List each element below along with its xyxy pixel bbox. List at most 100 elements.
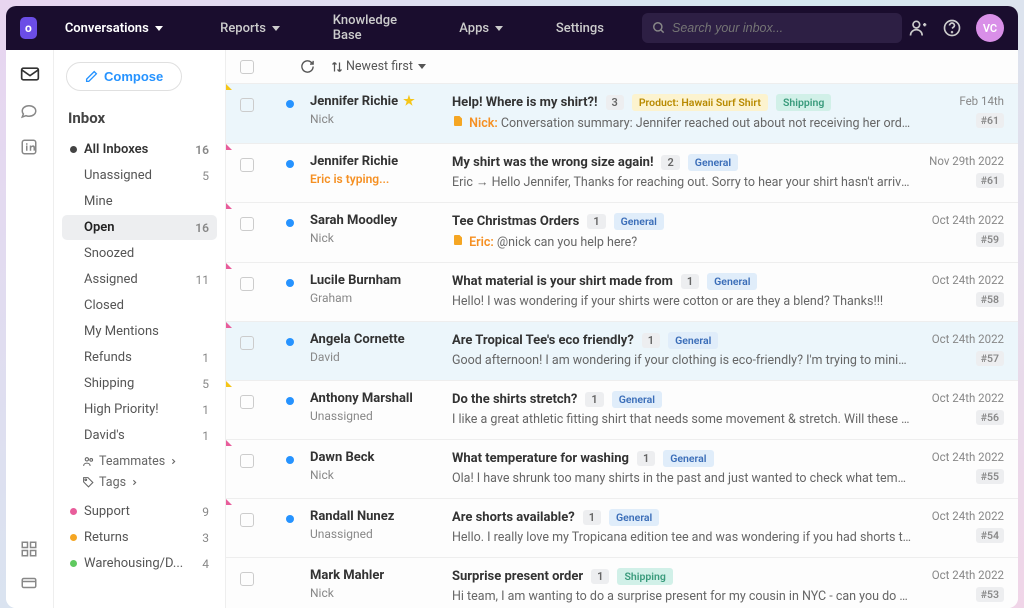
social-icon[interactable] [20,138,40,156]
row-checkbox[interactable] [240,217,254,231]
row-checkbox[interactable] [240,395,254,409]
row-checkbox[interactable] [240,336,254,350]
grid-icon[interactable] [20,540,40,558]
subject: Do the shirts stretch? [452,392,577,407]
search-input[interactable] [672,21,892,35]
sidebar-item-my-mentions[interactable]: My Mentions [62,319,217,344]
date-label: Oct 24th 2022 [924,213,1004,227]
add-user-icon[interactable] [908,18,928,38]
tag: General [688,154,738,171]
sidebar-item-returns[interactable]: Returns3 [62,525,217,550]
sidebar-item-label: Support [84,504,202,519]
chat-icon[interactable] [20,102,40,120]
conversation-row[interactable]: Dawn BeckNickWhat temperature for washin… [226,440,1018,499]
ticket-id: #58 [976,292,1004,307]
preview-text: Good afternoon! I am wondering if your c… [452,353,912,368]
sidebar-item-snoozed[interactable]: Snoozed [62,241,217,266]
message-count: 1 [591,569,609,584]
tag: General [609,509,659,526]
sidebar-item-david-s[interactable]: David's1 [62,423,217,448]
priority-corner [226,322,232,328]
tag: Shipping [617,568,672,585]
preview-text: Nick: Conversation summary: Jennifer rea… [452,115,912,131]
row-checkbox[interactable] [240,98,254,112]
conversation-row[interactable]: Lucile BurnhamGrahamWhat material is you… [226,263,1018,322]
conversation-row[interactable]: Anthony MarshallUnassignedDo the shirts … [226,381,1018,440]
from-name: Anthony Marshall [310,391,440,406]
sidebar-item-refunds[interactable]: Refunds1 [62,345,217,370]
sidebar-item-label: High Priority! [84,402,202,417]
preview-text: I like a great athletic fitting shirt th… [452,412,912,427]
nav-knowledge-base[interactable]: Knowledge Base [321,7,419,49]
sidebar-item-count: 11 [196,273,210,287]
subject: What temperature for washing [452,451,629,466]
help-icon[interactable] [942,18,962,38]
row-checkbox[interactable] [240,454,254,468]
row-checkbox[interactable] [240,572,254,586]
user-avatar[interactable]: VC [976,14,1004,42]
sidebar-item-all-inboxes[interactable]: All Inboxes16 [62,137,217,162]
unread-dot [286,338,294,346]
conversation-list: Jennifer Richie★NickHelp! Where is my sh… [226,84,1018,608]
select-all-checkbox[interactable] [240,60,254,74]
sidebar-item-high-priority-[interactable]: High Priority!1 [62,397,217,422]
sidebar-item-count: 5 [202,169,209,183]
conversation-row[interactable]: Sarah MoodleyNickTee Christmas Orders1Ge… [226,203,1018,263]
date-label: Feb 14th [924,94,1004,108]
date-label: Oct 24th 2022 [924,273,1004,287]
ticket-id: #56 [976,410,1004,425]
message-count: 1 [637,451,655,466]
from-name: Lucile Burnham [310,273,440,288]
nav-apps[interactable]: Apps [447,15,515,42]
row-checkbox[interactable] [240,158,254,172]
sidebar-item-unassigned[interactable]: Unassigned5 [62,163,217,188]
row-checkbox[interactable] [240,513,254,527]
conversation-row[interactable]: Jennifer RichieEric is typing...My shirt… [226,144,1018,203]
sidebar-item-open[interactable]: Open16 [62,215,217,240]
date-label: Nov 29th 2022 [924,154,1004,168]
conversation-row[interactable]: Mark MahlerNickSurprise present order1Sh… [226,558,1018,608]
conversation-row[interactable]: Jennifer Richie★NickHelp! Where is my sh… [226,84,1018,144]
app-logo[interactable]: o [20,17,37,39]
sort-dropdown[interactable]: Newest first [331,59,426,74]
unread-dot [286,456,294,464]
tag: General [612,391,662,408]
sidebar-item-support[interactable]: Support9 [62,499,217,524]
sidebar-item-warehousing-d-[interactable]: Warehousing/D...4 [62,551,217,576]
subject: Tee Christmas Orders [452,214,579,229]
card-icon[interactable] [20,574,40,592]
status-dot [70,508,77,515]
sidebar-sub-tags[interactable]: Tags [62,475,217,490]
sidebar-item-closed[interactable]: Closed [62,293,217,318]
mail-icon[interactable] [20,66,40,84]
sidebar-item-mine[interactable]: Mine [62,189,217,214]
sidebar-item-count: 1 [202,429,209,443]
refresh-icon[interactable] [300,59,315,74]
sidebar: Compose Inbox All Inboxes16Unassigned5Mi… [54,50,226,608]
sidebar-item-assigned[interactable]: Assigned11 [62,267,217,292]
ticket-id: #54 [976,528,1004,543]
preview-text: Eric: @nick can you help here? [452,234,912,250]
conversation-row[interactable]: Randall NunezUnassignedAre shorts availa… [226,499,1018,558]
search-icon [652,21,666,35]
chevron-down-icon [495,26,503,31]
compose-button[interactable]: Compose [66,62,182,91]
row-checkbox[interactable] [240,277,254,291]
sidebar-item-shipping[interactable]: Shipping5 [62,371,217,396]
chevron-down-icon [418,64,426,69]
nav-conversations[interactable]: Conversations [53,15,175,42]
left-rail [6,50,54,608]
sidebar-item-label: Snoozed [84,246,209,261]
sidebar-item-count: 3 [202,531,209,545]
nav-reports[interactable]: Reports [208,15,292,42]
nav-settings[interactable]: Settings [544,15,616,42]
search-box[interactable] [642,13,902,43]
date-label: Oct 24th 2022 [924,568,1004,582]
sidebar-sub-teammates[interactable]: Teammates [62,454,217,469]
message-count: 1 [585,392,603,407]
status-dot [70,146,77,153]
conversation-row[interactable]: Angela CornetteDavidAre Tropical Tee's e… [226,322,1018,381]
topbar: o Conversations Reports Knowledge Base Apps… [6,6,1018,50]
sidebar-item-label: Mine [84,194,209,209]
preview-text: Ola! I have shrunk too many shirts in th… [452,471,912,486]
